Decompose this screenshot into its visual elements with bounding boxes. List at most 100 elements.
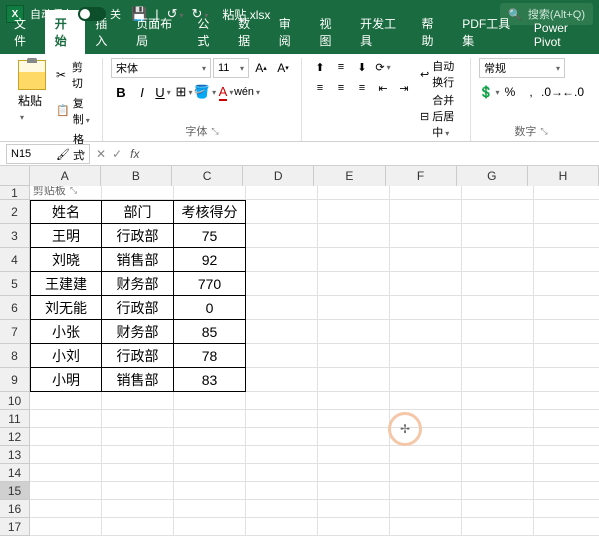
row-header[interactable]: 13 xyxy=(0,446,30,464)
cell[interactable] xyxy=(318,296,390,320)
cell[interactable] xyxy=(534,464,599,482)
name-box[interactable]: N15▾ xyxy=(6,144,90,164)
cell[interactable] xyxy=(246,368,318,392)
cell[interactable] xyxy=(174,446,246,464)
spreadsheet-grid[interactable]: ABCDEFGH 1234567891011121314151617 姓名部门考… xyxy=(0,166,599,547)
cell[interactable]: 0 xyxy=(174,296,246,320)
cell[interactable] xyxy=(390,482,462,500)
cell[interactable] xyxy=(462,248,534,272)
cell[interactable] xyxy=(534,446,599,464)
row-header[interactable]: 8 xyxy=(0,344,30,368)
row-header[interactable]: 6 xyxy=(0,296,30,320)
accounting-format-icon[interactable]: 💲 xyxy=(479,82,499,102)
tab-页面布局[interactable]: 页面布局 xyxy=(126,10,187,54)
number-format-select[interactable]: 常规▾ xyxy=(479,58,565,78)
row-header[interactable]: 9 xyxy=(0,368,30,392)
tab-审阅[interactable]: 审阅 xyxy=(269,10,310,54)
cell[interactable] xyxy=(174,428,246,446)
cell[interactable]: 行政部 xyxy=(102,224,174,248)
align-top-icon[interactable]: ⬆ xyxy=(310,58,330,76)
tab-数据[interactable]: 数据 xyxy=(228,10,269,54)
cell[interactable] xyxy=(318,446,390,464)
cell[interactable] xyxy=(246,200,318,224)
decrease-indent-icon[interactable]: ⇤ xyxy=(373,79,393,97)
increase-font-icon[interactable]: A▴ xyxy=(251,58,271,78)
cell[interactable]: 78 xyxy=(174,344,246,368)
cell[interactable] xyxy=(318,482,390,500)
increase-decimal-icon[interactable]: .0→ xyxy=(542,82,562,102)
cell[interactable] xyxy=(462,446,534,464)
cell[interactable] xyxy=(102,410,174,428)
cell[interactable] xyxy=(102,482,174,500)
cell[interactable] xyxy=(246,344,318,368)
tab-文件[interactable]: 文件 xyxy=(4,10,45,54)
comma-format-icon[interactable]: , xyxy=(521,82,541,102)
cell[interactable] xyxy=(102,446,174,464)
cell[interactable] xyxy=(390,368,462,392)
increase-indent-icon[interactable]: ⇥ xyxy=(394,79,414,97)
cell[interactable] xyxy=(462,482,534,500)
cell[interactable] xyxy=(246,446,318,464)
cell[interactable] xyxy=(174,518,246,536)
align-bottom-icon[interactable]: ⬇ xyxy=(352,58,372,76)
cell[interactable] xyxy=(318,272,390,296)
cell[interactable] xyxy=(462,272,534,296)
cell[interactable] xyxy=(390,428,462,446)
row-header[interactable]: 10 xyxy=(0,392,30,410)
cell[interactable] xyxy=(246,296,318,320)
cell[interactable] xyxy=(390,518,462,536)
row-header[interactable]: 16 xyxy=(0,500,30,518)
cell[interactable] xyxy=(390,224,462,248)
cell[interactable] xyxy=(534,518,599,536)
cell[interactable] xyxy=(174,500,246,518)
row-header[interactable]: 4 xyxy=(0,248,30,272)
underline-button[interactable]: U xyxy=(153,82,173,102)
cell[interactable]: 小明 xyxy=(30,368,102,392)
column-header[interactable]: E xyxy=(314,166,385,186)
cell[interactable] xyxy=(102,392,174,410)
cell[interactable] xyxy=(534,272,599,296)
row-header[interactable]: 11 xyxy=(0,410,30,428)
cell[interactable]: 85 xyxy=(174,320,246,344)
cell[interactable] xyxy=(462,368,534,392)
cell[interactable] xyxy=(174,482,246,500)
cell[interactable] xyxy=(390,410,462,428)
row-header[interactable]: 15 xyxy=(0,482,30,500)
cell[interactable] xyxy=(390,200,462,224)
decrease-decimal-icon[interactable]: ←.0 xyxy=(563,82,583,102)
cell[interactable] xyxy=(102,500,174,518)
cell[interactable]: 财务部 xyxy=(102,272,174,296)
cell[interactable]: 行政部 xyxy=(102,344,174,368)
cell[interactable]: 王建建 xyxy=(30,272,102,296)
cell[interactable] xyxy=(390,464,462,482)
cell[interactable] xyxy=(246,224,318,248)
cell[interactable]: 销售部 xyxy=(102,368,174,392)
cell[interactable]: 75 xyxy=(174,224,246,248)
cell[interactable] xyxy=(534,500,599,518)
cell[interactable] xyxy=(462,464,534,482)
column-header[interactable]: B xyxy=(101,166,172,186)
cell[interactable] xyxy=(318,410,390,428)
cell[interactable] xyxy=(534,186,599,200)
cancel-formula-icon[interactable]: ✕ xyxy=(96,147,106,161)
tab-Power Pivot[interactable]: Power Pivot xyxy=(524,16,599,54)
row-header[interactable]: 1 xyxy=(0,186,30,200)
cell[interactable] xyxy=(246,518,318,536)
cell[interactable] xyxy=(246,410,318,428)
select-all-corner[interactable] xyxy=(0,166,30,186)
phonetic-button[interactable]: wén xyxy=(237,82,257,102)
font-size-select[interactable]: 11▾ xyxy=(213,58,249,78)
cell[interactable] xyxy=(462,200,534,224)
cell[interactable] xyxy=(318,428,390,446)
cell[interactable] xyxy=(534,482,599,500)
tab-帮助[interactable]: 帮助 xyxy=(412,10,453,54)
tab-PDF工具集[interactable]: PDF工具集 xyxy=(452,10,524,54)
cell[interactable] xyxy=(390,500,462,518)
merge-center-button[interactable]: ⊟合并后居中 xyxy=(420,92,462,140)
cell[interactable]: 小张 xyxy=(30,320,102,344)
copy-button[interactable]: 复制 xyxy=(54,94,94,128)
cell[interactable] xyxy=(390,296,462,320)
row-header[interactable]: 14 xyxy=(0,464,30,482)
align-middle-icon[interactable]: ≡ xyxy=(331,58,351,76)
wrap-text-button[interactable]: ↩自动换行 xyxy=(420,58,462,90)
